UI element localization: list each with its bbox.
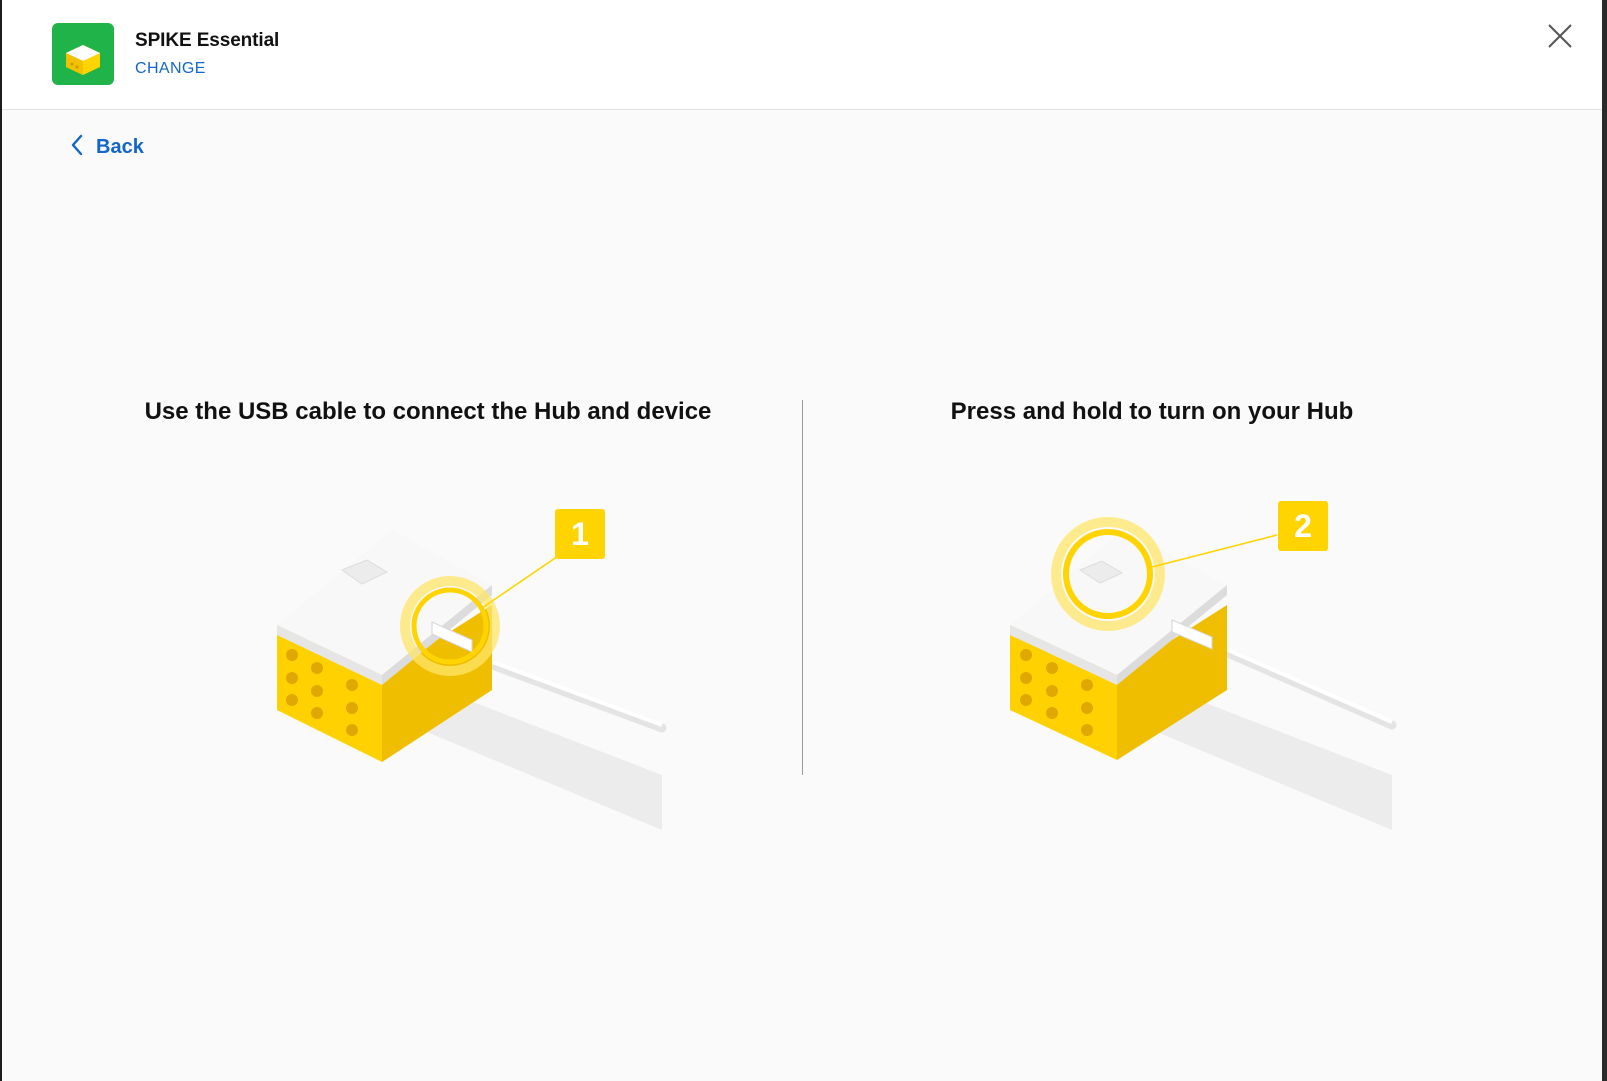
close-icon[interactable] [1542, 18, 1578, 54]
dialog-header: SPIKE Essential CHANGE [2, 0, 1602, 110]
step-2-illustration [1002, 495, 1402, 839]
window-edge [1602, 0, 1607, 1081]
step-divider [802, 400, 803, 775]
change-hub-link[interactable]: CHANGE [135, 60, 206, 78]
step-2-badge: 2 [1294, 507, 1312, 544]
back-button[interactable]: Back [70, 132, 144, 162]
spike-essential-hub-icon [52, 23, 114, 85]
back-label: Back [96, 135, 144, 158]
step-1-badge: 1 [571, 515, 589, 552]
step-1-illustration [272, 500, 672, 844]
step-2-title: Press and hold to turn on your Hub [950, 398, 1354, 425]
connect-hub-dialog: SPIKE Essential CHANGE Back Use the USB … [2, 0, 1602, 1081]
app-name: SPIKE Essential [135, 30, 280, 51]
step-1-title: Use the USB cable to connect the Hub and… [144, 398, 712, 425]
chevron-left-icon [70, 134, 84, 160]
